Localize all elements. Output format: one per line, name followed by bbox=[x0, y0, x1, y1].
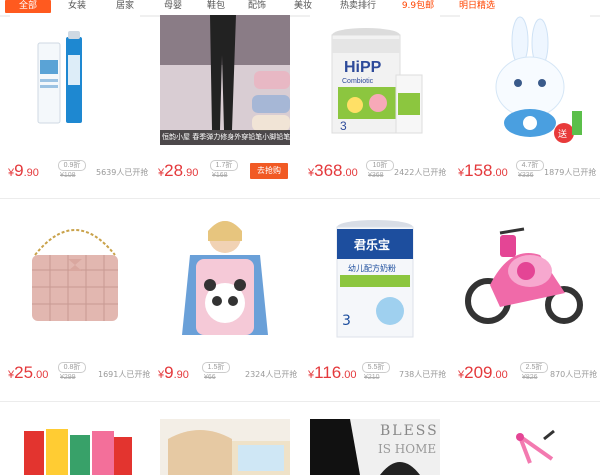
tab-all[interactable]: 全部 bbox=[5, 0, 51, 13]
product-card[interactable] bbox=[0, 419, 150, 475]
discount-badge: 1.7折 bbox=[210, 160, 238, 171]
grab-deal-button[interactable]: 去抢购 bbox=[250, 163, 288, 179]
price-integer: 9 bbox=[14, 161, 24, 180]
discount-badge: 5.5折 bbox=[362, 362, 390, 373]
price-decimal: .00 bbox=[492, 167, 508, 179]
snack-boxes-image[interactable] bbox=[10, 419, 140, 475]
product-card[interactable]: ¥9.90 1.5折 ¥66 2324人已开抢 bbox=[150, 215, 300, 400]
tab-tomorrow-picks[interactable]: 明日精选 bbox=[443, 0, 511, 12]
sold-count: 738人已开抢 bbox=[399, 370, 447, 379]
product-card[interactable]: ¥209.00 2.5折 ¥826 870人已开抢 bbox=[450, 215, 600, 400]
price: ¥9.90 bbox=[158, 363, 189, 383]
pink-kids-bicycle-image[interactable] bbox=[460, 419, 590, 475]
svg-text:3: 3 bbox=[340, 119, 347, 133]
sold-count: 2422人已开抢 bbox=[394, 168, 447, 177]
tab-womens-clothing[interactable]: 女装 bbox=[49, 0, 105, 12]
discount-badge: 0.9折 bbox=[58, 160, 86, 171]
price-integer: 28 bbox=[164, 161, 184, 180]
discount-badge: 4.7折 bbox=[516, 160, 544, 171]
price-integer: 368 bbox=[314, 161, 343, 180]
original-price: ¥66 bbox=[204, 374, 216, 381]
discount-badge: 1.5折 bbox=[202, 362, 230, 373]
svg-text:3: 3 bbox=[342, 313, 351, 329]
sold-count: 1879人已开抢 bbox=[544, 168, 597, 177]
price: ¥209.00 bbox=[458, 363, 508, 383]
tab-9-9-free-shipping[interactable]: 9.9包邮 bbox=[393, 0, 443, 12]
product-card[interactable] bbox=[450, 419, 600, 475]
can-brand-text: 君乐宝 bbox=[353, 237, 390, 252]
price: ¥25.00 bbox=[8, 363, 48, 383]
row-divider bbox=[0, 401, 600, 402]
product-card[interactable]: 君乐宝 幼儿配方奶粉 3 ¥116.00 5.5折 ¥210 738人已开抢 bbox=[300, 215, 450, 400]
tab-home[interactable]: 居家 bbox=[105, 0, 145, 12]
price-integer: 9 bbox=[164, 363, 174, 382]
price-decimal: .90 bbox=[23, 167, 39, 179]
original-price: ¥368 bbox=[368, 172, 384, 179]
gift-badge: 送 bbox=[558, 128, 567, 140]
price-integer: 158 bbox=[464, 161, 493, 180]
wooden-crib-image[interactable] bbox=[160, 419, 290, 475]
row-divider bbox=[0, 198, 600, 199]
price-integer: 25 bbox=[14, 363, 34, 382]
product-grid: ¥9.90 0.9折 ¥108 5639人已开抢 恒韵小屋 春季弹力修身外穿铅笔… bbox=[0, 15, 600, 475]
child-smock-panda-image[interactable] bbox=[160, 215, 290, 345]
discount-badge: 10折 bbox=[366, 160, 394, 171]
original-price: ¥210 bbox=[364, 374, 380, 381]
sold-count: 2324人已开抢 bbox=[245, 370, 298, 379]
pink-quilted-crossbody-bag-image[interactable] bbox=[10, 215, 140, 345]
original-price: ¥108 bbox=[60, 172, 76, 179]
original-price: ¥336 bbox=[518, 172, 534, 179]
can-sub-text: 幼儿配方奶粉 bbox=[348, 263, 396, 273]
tab-accessories[interactable]: 配饰 bbox=[231, 0, 283, 12]
hipp-formula-can-image[interactable]: HiPP Combiotic 3 bbox=[310, 15, 440, 145]
discount-badge: 0.8折 bbox=[58, 362, 86, 373]
product-card[interactable] bbox=[150, 419, 300, 475]
price-decimal: .00 bbox=[33, 369, 49, 381]
price: ¥368.00 bbox=[308, 161, 358, 181]
tab-shoes-bags[interactable]: 鞋包 bbox=[201, 0, 231, 12]
black-backpack-image[interactable]: BLESS IS HOME bbox=[310, 419, 440, 475]
junlebao-formula-can-image[interactable]: 君乐宝 幼儿配方奶粉 3 bbox=[310, 215, 440, 345]
price-decimal: .00 bbox=[492, 369, 508, 381]
product-card[interactable]: HiPP Combiotic 3 ¥368.00 10折 ¥368 2422人已… bbox=[300, 15, 450, 200]
price: ¥158.00 bbox=[458, 161, 508, 181]
backpack-overlay-text-1: BLESS bbox=[380, 423, 439, 439]
product-card[interactable]: ¥25.00 0.8折 ¥299 1691人已开抢 bbox=[0, 215, 150, 400]
sold-count: 5639人已开抢 bbox=[96, 168, 149, 177]
product-card[interactable]: 送 ¥158.00 4.7折 ¥336 1879人已开抢 bbox=[450, 15, 600, 200]
product-card[interactable]: ¥9.90 0.9折 ¥108 5639人已开抢 bbox=[0, 15, 150, 200]
original-price: ¥299 bbox=[60, 374, 76, 381]
skincare-cream-bottle-image[interactable] bbox=[10, 15, 140, 145]
tab-beauty[interactable]: 美妆 bbox=[283, 0, 323, 12]
tab-hot-ranking[interactable]: 热卖排行 bbox=[323, 0, 393, 12]
bunny-night-light-toy-image[interactable]: 送 bbox=[460, 15, 590, 145]
leggings-model-image[interactable]: 恒韵小屋 春季弹力修身外穿铅笔小脚铅笔 bbox=[160, 15, 290, 145]
price-decimal: .00 bbox=[342, 167, 358, 179]
pink-kids-motorbike-image[interactable] bbox=[460, 215, 590, 345]
can-sub-text: Combiotic bbox=[342, 78, 374, 85]
price-decimal: .90 bbox=[183, 167, 199, 179]
price: ¥28.90 bbox=[158, 161, 198, 181]
tab-mother-baby[interactable]: 母婴 bbox=[145, 0, 201, 12]
price: ¥116.00 bbox=[308, 363, 357, 383]
can-brand-text: HiPP bbox=[344, 59, 382, 76]
price-decimal: .90 bbox=[173, 369, 189, 381]
price-integer: 209 bbox=[464, 363, 493, 382]
price-decimal: .00 bbox=[341, 369, 357, 381]
product-card[interactable]: 恒韵小屋 春季弹力修身外穿铅笔小脚铅笔 ¥28.90 1.7折 ¥168 去抢购 bbox=[150, 15, 300, 200]
discount-badge: 2.5折 bbox=[520, 362, 548, 373]
price: ¥9.90 bbox=[8, 161, 39, 181]
original-price: ¥168 bbox=[212, 172, 228, 179]
product-card[interactable]: BLESS IS HOME bbox=[300, 419, 450, 475]
product-caption: 恒韵小屋 春季弹力修身外穿铅笔小脚铅笔 bbox=[160, 130, 290, 145]
sold-count: 870人已开抢 bbox=[550, 370, 598, 379]
original-price: ¥826 bbox=[522, 374, 538, 381]
backpack-overlay-text-2: IS HOME bbox=[378, 442, 436, 456]
sold-count: 1691人已开抢 bbox=[98, 370, 151, 379]
price-integer: 116 bbox=[314, 363, 342, 382]
